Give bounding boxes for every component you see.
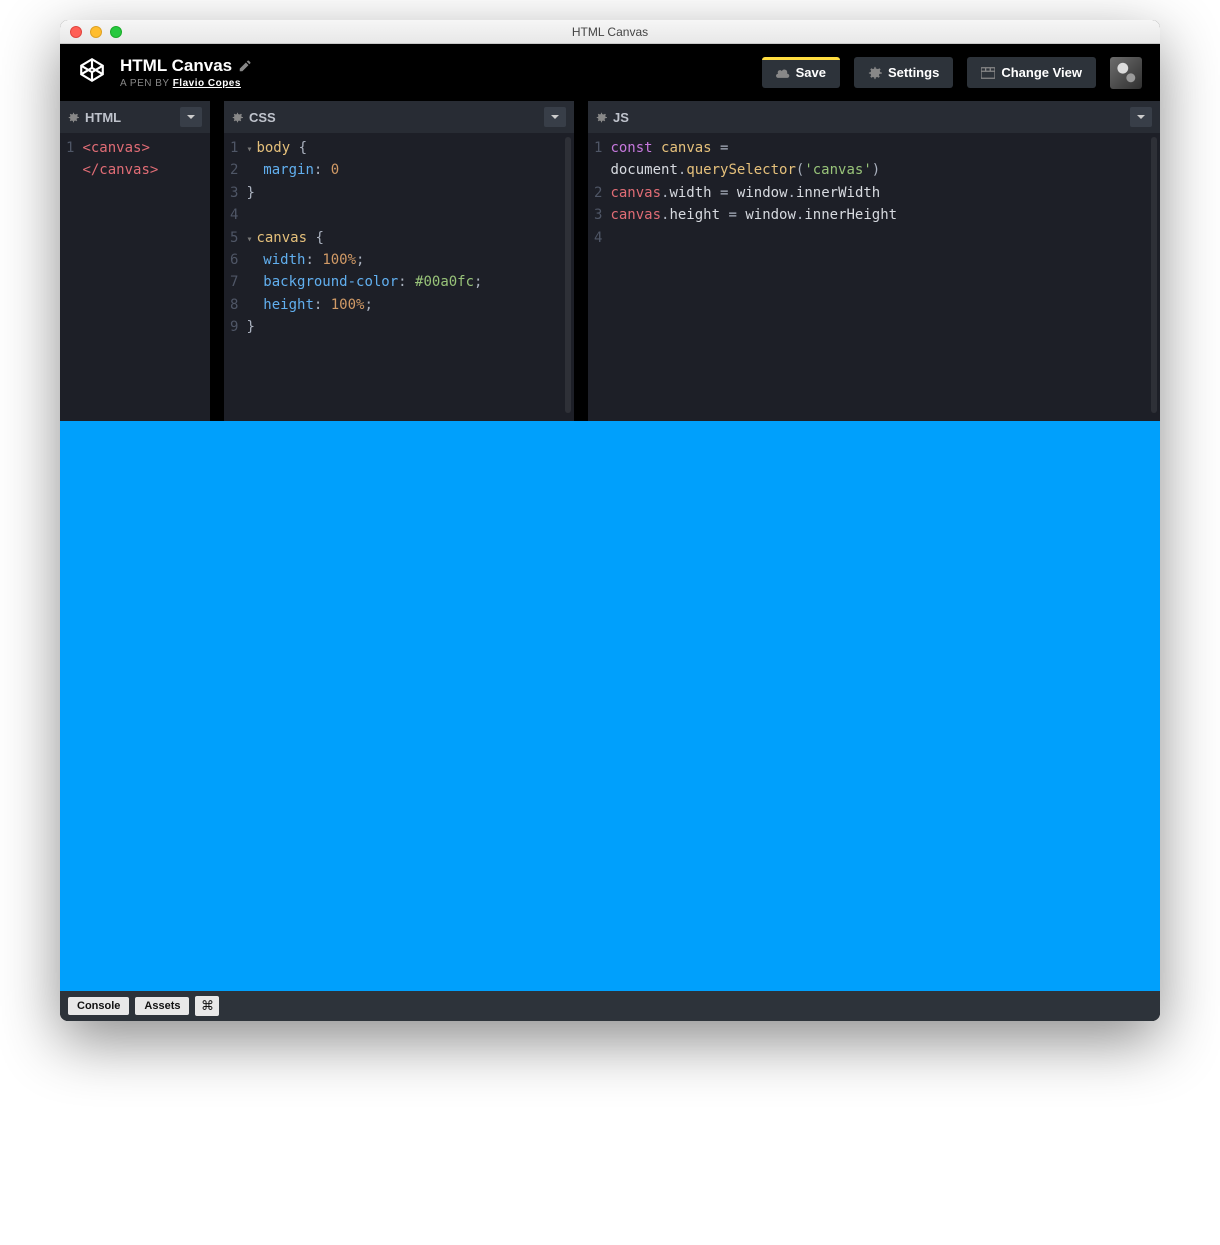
html-editor-header: HTML bbox=[60, 101, 210, 133]
gear-icon bbox=[868, 66, 882, 80]
pen-byline: A PEN BY Flavio Copes bbox=[120, 78, 252, 89]
console-button[interactable]: Console bbox=[68, 997, 129, 1015]
assets-button[interactable]: Assets bbox=[135, 997, 189, 1015]
window-title: HTML Canvas bbox=[60, 25, 1160, 39]
save-button-label: Save bbox=[796, 65, 826, 80]
traffic-lights bbox=[60, 26, 122, 38]
keyboard-shortcuts-button[interactable]: ⌘ bbox=[195, 996, 219, 1016]
save-button[interactable]: Save bbox=[762, 57, 840, 88]
change-view-button[interactable]: Change View bbox=[967, 57, 1096, 88]
js-editor-collapse-button[interactable] bbox=[1130, 107, 1152, 127]
preview-pane bbox=[60, 421, 1160, 991]
js-editor-title: JS bbox=[613, 110, 1124, 125]
js-gutter: 1234 bbox=[588, 137, 610, 421]
gear-icon[interactable] bbox=[596, 112, 607, 123]
chevron-down-icon bbox=[550, 112, 560, 122]
css-scrollbar[interactable] bbox=[565, 137, 571, 413]
js-editor-panel: JS 1234 const canvas = document.querySel… bbox=[588, 101, 1160, 421]
gear-icon[interactable] bbox=[68, 112, 79, 123]
minimize-window-button[interactable] bbox=[90, 26, 102, 38]
gear-icon[interactable] bbox=[232, 112, 243, 123]
pen-title-block: HTML Canvas A PEN BY Flavio Copes bbox=[120, 56, 252, 89]
html-gutter: 1 bbox=[60, 137, 82, 421]
css-code[interactable]: ▾body { margin: 0 } ▾canvas { width: 100… bbox=[246, 137, 482, 421]
html-code[interactable]: <canvas> </canvas> bbox=[82, 137, 158, 421]
chevron-down-icon bbox=[1136, 112, 1146, 122]
app-window: HTML Canvas HTML Canvas A PEN BY Flavio … bbox=[60, 20, 1160, 1021]
js-code[interactable]: const canvas = document.querySelector('c… bbox=[610, 137, 897, 421]
layout-icon bbox=[981, 66, 995, 80]
js-scrollbar[interactable] bbox=[1151, 137, 1157, 413]
codepen-logo-icon bbox=[78, 56, 106, 89]
mac-titlebar: HTML Canvas bbox=[60, 20, 1160, 44]
html-editor-title: HTML bbox=[85, 110, 174, 125]
change-view-button-label: Change View bbox=[1001, 65, 1082, 80]
settings-button[interactable]: Settings bbox=[854, 57, 953, 88]
css-gutter: 123456789 bbox=[224, 137, 246, 421]
css-editor-header: CSS bbox=[224, 101, 574, 133]
editor-row: HTML 1 <canvas> </canvas> CSS 123456789 bbox=[60, 101, 1160, 421]
close-window-button[interactable] bbox=[70, 26, 82, 38]
html-editor-body[interactable]: 1 <canvas> </canvas> bbox=[60, 133, 210, 421]
edit-title-icon[interactable] bbox=[238, 59, 252, 73]
css-editor-body[interactable]: 123456789 ▾body { margin: 0 } ▾canvas { … bbox=[224, 133, 574, 421]
css-editor-collapse-button[interactable] bbox=[544, 107, 566, 127]
cloud-icon bbox=[776, 66, 790, 80]
chevron-down-icon bbox=[186, 112, 196, 122]
html-editor-panel: HTML 1 <canvas> </canvas> bbox=[60, 101, 210, 421]
html-editor-collapse-button[interactable] bbox=[180, 107, 202, 127]
css-editor-title: CSS bbox=[249, 110, 538, 125]
app-header: HTML Canvas A PEN BY Flavio Copes Save S… bbox=[60, 44, 1160, 101]
pen-byline-prefix: A PEN BY bbox=[120, 78, 169, 89]
css-editor-panel: CSS 123456789 ▾body { margin: 0 } ▾canva… bbox=[224, 101, 574, 421]
js-editor-header: JS bbox=[588, 101, 1160, 133]
pen-title[interactable]: HTML Canvas bbox=[120, 56, 232, 76]
user-avatar[interactable] bbox=[1110, 57, 1142, 89]
js-editor-body[interactable]: 1234 const canvas = document.querySelect… bbox=[588, 133, 1160, 421]
pen-author-link[interactable]: Flavio Copes bbox=[173, 78, 241, 89]
app-footer: Console Assets ⌘ bbox=[60, 991, 1160, 1021]
zoom-window-button[interactable] bbox=[110, 26, 122, 38]
settings-button-label: Settings bbox=[888, 65, 939, 80]
